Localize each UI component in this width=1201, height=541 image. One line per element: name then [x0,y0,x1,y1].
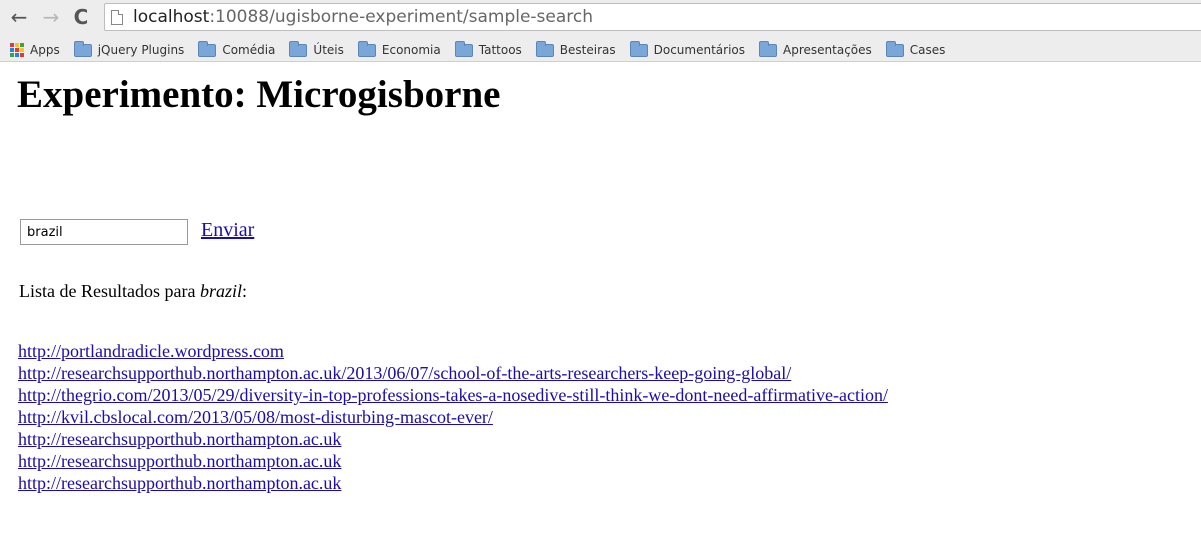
result-item: http://researchsupporthub.northampton.ac… [18,450,888,472]
result-link[interactable]: http://thegrio.com/2013/05/29/diversity-… [18,385,888,405]
result-link[interactable]: http://researchsupporthub.northampton.ac… [18,429,341,449]
bookmark-folder[interactable]: Tattoos [454,40,522,57]
forward-arrow-icon[interactable]: → [40,6,62,28]
folder-icon [73,40,92,57]
url-path: :10088/ugisborne-experiment/sample-searc… [209,7,594,27]
folder-icon [454,40,473,57]
results-query: brazil [199,281,242,301]
folder-icon [759,40,778,57]
bookmark-folder-label: Comédia [222,43,276,57]
folder-icon [357,40,376,57]
bookmarks-bar: Apps jQuery Plugins Comédia Úteis Economia T… [0,38,1201,62]
results-list: http://portlandradicle.wordpress.com http… [18,340,888,494]
result-item: http://kvil.cbslocal.com/2013/05/08/most… [18,406,888,428]
result-link[interactable]: http://portlandradicle.wordpress.com [18,341,284,361]
bookmark-folder-label: Tattoos [478,43,522,57]
bookmark-folder-label: Cases [909,43,946,57]
bookmark-apps[interactable]: Apps [10,43,60,57]
results-heading-prefix: Lista de Resultados para [19,281,200,301]
reload-icon[interactable]: C [70,6,92,28]
result-item: http://researchsupporthub.northampton.ac… [18,472,888,494]
result-item: http://portlandradicle.wordpress.com [18,340,888,362]
folder-icon [198,40,217,57]
page-title: Experimento: Microgisborne [17,73,501,116]
bookmark-folder[interactable]: Besteiras [535,40,616,57]
result-item: http://researchsupporthub.northampton.ac… [18,362,888,384]
folder-icon [885,40,904,57]
bookmark-folder[interactable]: Cases [885,40,946,57]
back-arrow-icon[interactable]: ← [8,6,30,28]
bookmark-folder[interactable]: Comédia [198,40,276,57]
url-host: localhost [133,7,210,27]
page-icon [111,9,123,25]
folder-icon [535,40,554,57]
folder-icon [289,40,308,57]
bookmark-folder[interactable]: Economia [357,40,441,57]
bookmark-folder[interactable]: Documentários [629,40,746,57]
result-item: http://thegrio.com/2013/05/29/diversity-… [18,384,888,406]
result-item: http://researchsupporthub.northampton.ac… [18,428,888,450]
bookmark-folder[interactable]: Apresentações [759,40,872,57]
bookmark-folder-label: Economia [381,43,441,57]
result-link[interactable]: http://researchsupporthub.northampton.ac… [18,451,341,471]
navigation-row: ← → C localhost :10088/ugisborne-experim… [0,0,1201,34]
result-link[interactable]: http://researchsupporthub.northampton.ac… [18,363,791,383]
result-link[interactable]: http://researchsupporthub.northampton.ac… [18,473,341,493]
bookmark-folder[interactable]: Úteis [289,40,344,57]
folder-icon [629,40,648,57]
bookmark-folder-label: Úteis [313,43,344,57]
search-input[interactable] [20,219,188,245]
bookmark-folder-label: jQuery Plugins [97,43,185,57]
result-link[interactable]: http://kvil.cbslocal.com/2013/05/08/most… [18,407,493,427]
page-content: Experimento: Microgisborne Enviar Lista … [0,62,1201,541]
send-link[interactable]: Enviar [201,219,254,242]
address-bar[interactable]: localhost :10088/ugisborne-experiment/sa… [104,3,1201,31]
bookmark-folder[interactable]: jQuery Plugins [73,40,185,57]
bookmark-apps-label: Apps [30,43,60,57]
results-heading: Lista de Resultados para brazil: [19,281,247,302]
results-heading-suffix: : [241,281,247,301]
browser-toolbar: ← → C localhost :10088/ugisborne-experim… [0,0,1201,62]
apps-grid-icon [10,43,24,57]
bookmark-folder-label: Besteiras [559,43,616,57]
bookmark-folder-label: Documentários [653,43,746,57]
bookmark-folder-label: Apresentações [783,43,872,57]
